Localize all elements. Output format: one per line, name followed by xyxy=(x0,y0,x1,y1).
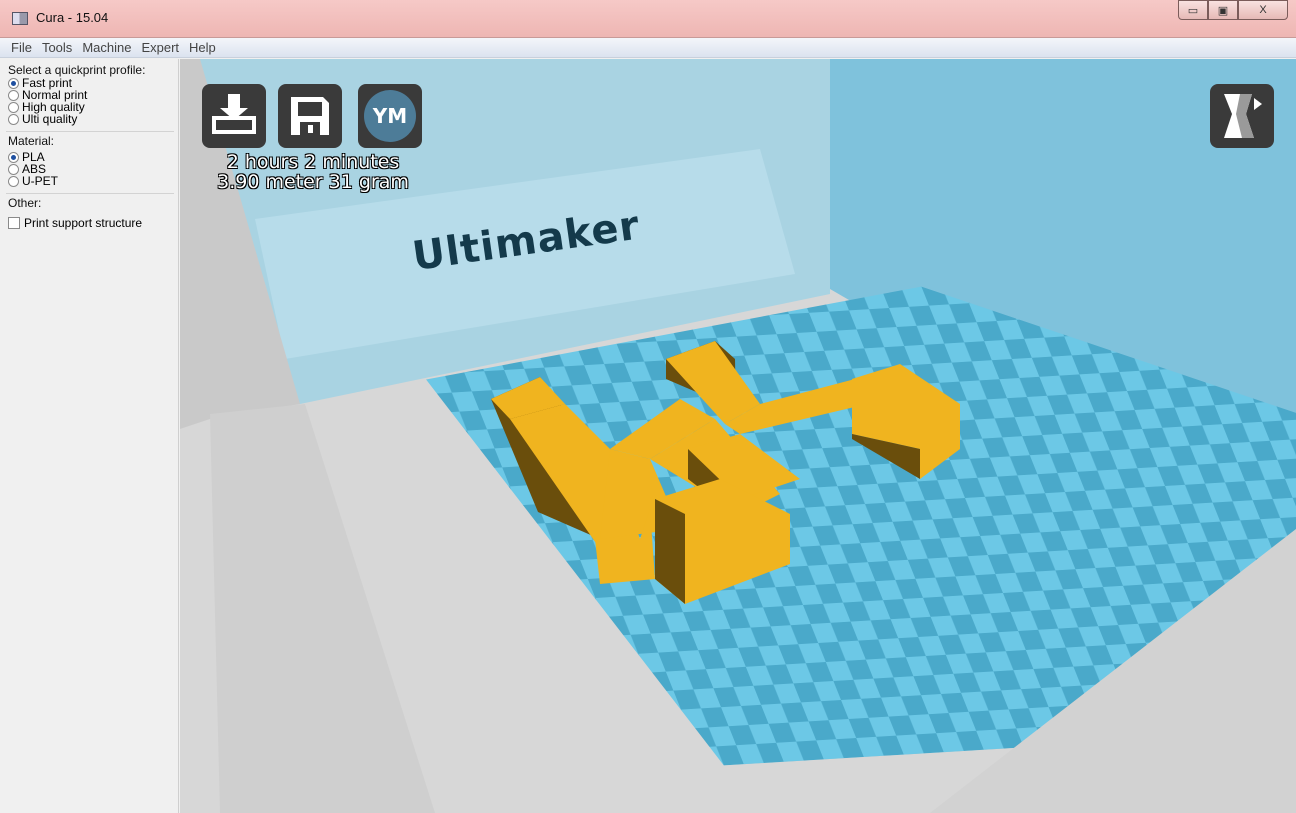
radio-button[interactable] xyxy=(8,77,19,89)
menu-help[interactable]: Help xyxy=(184,40,221,55)
left-frame-front xyxy=(210,404,435,813)
divider xyxy=(6,193,174,194)
radio-button[interactable] xyxy=(8,175,19,187)
menu-file[interactable]: File xyxy=(6,40,37,55)
radio-button[interactable] xyxy=(8,89,19,101)
radio-button[interactable] xyxy=(8,113,19,125)
support-checkbox[interactable] xyxy=(8,217,20,229)
checkbox-label: Print support structure xyxy=(24,216,143,230)
profile-ulti-quality[interactable]: Ulti quality xyxy=(8,113,178,125)
youmagine-button[interactable]: YM xyxy=(358,84,422,148)
profile-label: Select a quickprint profile: xyxy=(8,63,146,77)
radio-button[interactable] xyxy=(8,101,19,113)
print-time: 2 hours 2 minutes xyxy=(226,151,400,173)
radio-button[interactable] xyxy=(8,151,19,163)
divider xyxy=(6,131,174,132)
minimize-button[interactable]: ▭ xyxy=(1178,0,1208,20)
quickprint-panel: Select a quickprint profile: Fast print … xyxy=(0,59,179,813)
window-title: Cura - 15.04 xyxy=(36,10,109,25)
maximize-button[interactable]: ▣ xyxy=(1208,0,1238,20)
menu-expert[interactable]: Expert xyxy=(136,40,184,55)
support-structure-option[interactable]: Print support structure xyxy=(8,216,178,230)
material-upet[interactable]: U-PET xyxy=(8,175,178,187)
radio-label: Ulti quality xyxy=(22,112,78,126)
save-disk-icon xyxy=(291,97,329,135)
title-bar: Cura - 15.04 ▭ ▣ X xyxy=(0,0,1296,38)
3d-viewport[interactable]: Ultimaker YM 2 hours 2 minutes 3.90 mete… xyxy=(180,59,1296,813)
close-button[interactable]: X xyxy=(1238,0,1288,20)
menu-tools[interactable]: Tools xyxy=(37,40,77,55)
load-model-button[interactable] xyxy=(202,84,266,148)
view-mode-button[interactable] xyxy=(1210,84,1274,148)
material-label: Material: xyxy=(8,134,55,148)
load-model-icon xyxy=(212,94,256,134)
window-controls: ▭ ▣ X xyxy=(1178,0,1288,22)
ym-label: YM xyxy=(364,90,416,142)
print-estimate: 2 hours 2 minutes 3.90 meter 31 gram xyxy=(198,152,428,192)
save-button[interactable] xyxy=(278,84,342,148)
view-mode-icon xyxy=(1224,94,1262,138)
radio-label: U-PET xyxy=(22,174,58,188)
menu-machine[interactable]: Machine xyxy=(77,40,136,55)
print-material-usage: 3.90 meter 31 gram xyxy=(217,171,409,193)
app-icon xyxy=(12,12,28,25)
other-label: Other: xyxy=(8,196,42,210)
menu-bar: File Tools Machine Expert Help xyxy=(0,38,1296,58)
radio-button[interactable] xyxy=(8,163,19,175)
